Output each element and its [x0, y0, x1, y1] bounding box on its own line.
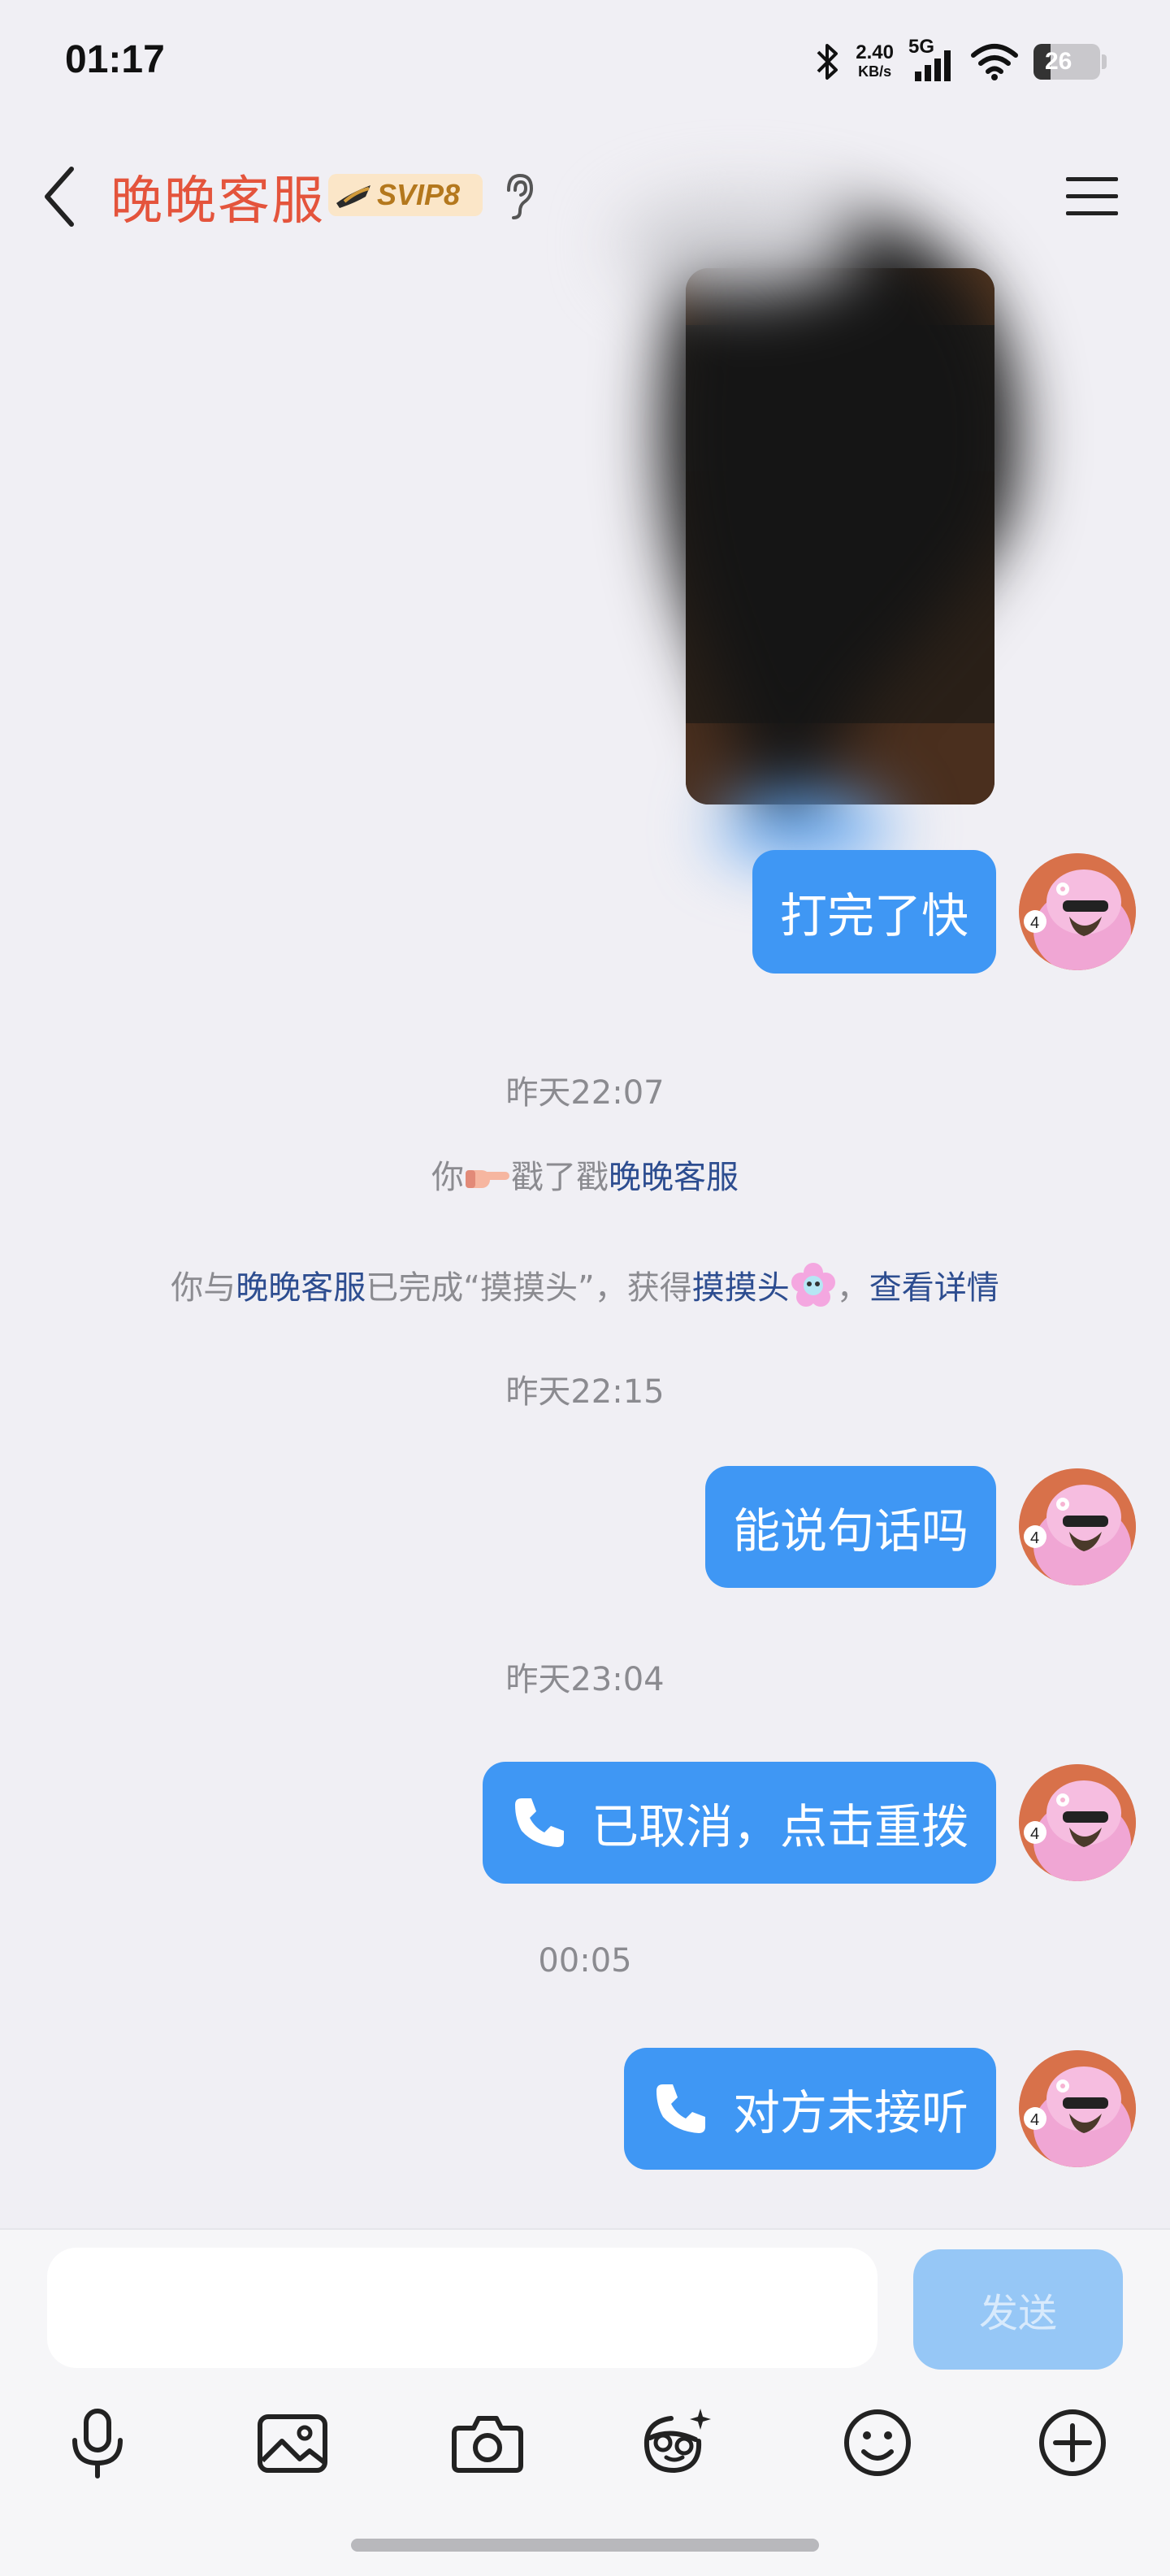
status-bar: 01:17 2.40 KB/s 5G 26 [0, 0, 1170, 122]
poke-notice: 你 戳了戳晚晚客服 [0, 1151, 1170, 1198]
call-status-text: 已取消，点击重拨 [591, 1799, 968, 1854]
camera-icon[interactable] [447, 2402, 528, 2483]
emoji-icon[interactable] [837, 2402, 918, 2483]
view-details-link[interactable]: 查看详情 [869, 1269, 999, 1307]
avatar[interactable]: 4 [1019, 1764, 1136, 1881]
call-duration: 00:05 [538, 1942, 632, 1980]
status-time: 01:17 [65, 38, 165, 81]
net-speed-value: 2.40 [856, 41, 894, 63]
image-icon[interactable] [252, 2402, 333, 2483]
sticker-face-icon[interactable] [637, 2402, 718, 2483]
avatar[interactable]: 4 [1019, 2050, 1136, 2167]
timestamp: 昨天22:07 [505, 1074, 665, 1112]
vip-badge[interactable]: SVIP8 [328, 174, 483, 216]
notice-prefix: 你与 [171, 1269, 236, 1307]
net-speed: 2.40 KB/s [856, 43, 894, 80]
contact-name[interactable]: 晚晚客服 [110, 159, 325, 234]
svg-text:4: 4 [1030, 1529, 1039, 1547]
message-text: 打完了快 [779, 888, 968, 943]
phone-icon [514, 1798, 564, 1847]
flower-icon [791, 1263, 835, 1307]
send-button[interactable]: 发送 [913, 2249, 1123, 2370]
pointing-hand-icon [466, 1170, 509, 1188]
svg-text:4: 4 [1030, 1825, 1039, 1843]
call-bubble[interactable]: 已取消，点击重拨 [482, 1762, 996, 1884]
ear-icon[interactable] [499, 171, 538, 221]
notice-sep: ， [836, 1269, 869, 1307]
avatar[interactable]: 4 [1019, 1468, 1136, 1585]
avatar[interactable]: 4 [1019, 853, 1136, 970]
svg-text:4: 4 [1030, 2111, 1039, 2129]
message-row: 对方未接听 4 [623, 2048, 1136, 2170]
battery-icon: 26 [1034, 44, 1107, 80]
message-bubble[interactable]: 打完了快 [752, 850, 996, 974]
composer: 发送 [0, 2228, 1170, 2576]
chat-header: 晚晚客服 SVIP8 [0, 130, 1170, 260]
bluetooth-icon [817, 44, 838, 80]
poke-action: 戳了戳 [511, 1159, 609, 1196]
home-indicator[interactable] [351, 2539, 819, 2552]
poke-prefix: 你 [431, 1159, 464, 1196]
call-bubble[interactable]: 对方未接听 [623, 2048, 996, 2170]
plus-icon[interactable] [1032, 2402, 1113, 2483]
wifi-icon [971, 44, 1018, 80]
signal-icon: 5G [908, 36, 956, 83]
notice-name-link[interactable]: 晚晚客服 [236, 1269, 366, 1307]
menu-icon[interactable] [1063, 172, 1121, 221]
vip-label: SVIP8 [377, 178, 461, 211]
message-row: 打完了快 4 [752, 850, 1136, 974]
notice-item-link[interactable]: 摸摸头 [692, 1269, 790, 1307]
interaction-notice: 你与晚晚客服已完成“摸摸头”，获得摸摸头 ，查看详情 [0, 1261, 1170, 1308]
image-message[interactable] [686, 268, 994, 804]
message-bubble[interactable]: 能说句话吗 [704, 1466, 996, 1588]
message-row: 能说句话吗 4 [704, 1466, 1136, 1588]
status-icons: 2.40 KB/s 5G 26 [813, 36, 1107, 86]
message-row: 已取消，点击重拨 4 [482, 1762, 1136, 1884]
back-arrow-icon[interactable] [39, 164, 84, 229]
battery-level: 26 [1045, 48, 1072, 75]
svg-text:4: 4 [1030, 914, 1039, 932]
timestamp: 昨天22:15 [505, 1373, 665, 1411]
net-speed-unit: KB/s [858, 63, 892, 80]
poke-target-link[interactable]: 晚晚客服 [609, 1159, 739, 1196]
microphone-icon[interactable] [57, 2402, 138, 2483]
message-text: 能说句话吗 [732, 1503, 968, 1559]
message-input[interactable] [47, 2248, 878, 2368]
vip-hat-icon [336, 185, 370, 208]
notice-mid: 已完成“摸摸头”，获得 [366, 1269, 692, 1307]
timestamp: 昨天23:04 [505, 1661, 665, 1698]
phone-icon [656, 2084, 705, 2133]
call-status-text: 对方未接听 [732, 2085, 968, 2140]
